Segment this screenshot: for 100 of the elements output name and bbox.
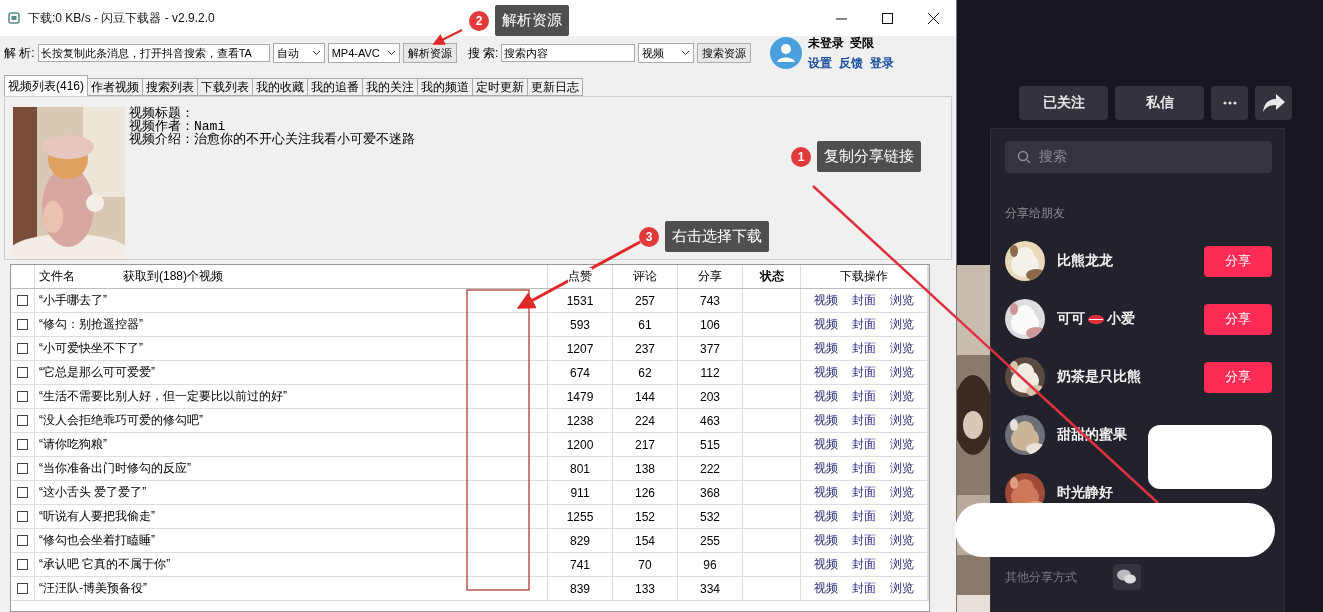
row-checkbox[interactable] (17, 559, 28, 570)
tab[interactable]: 搜索列表 (142, 78, 198, 96)
action-link[interactable]: 浏览 (890, 508, 914, 525)
table-cell: “小手哪去了” (39, 292, 107, 309)
share-search-field[interactable]: 搜索 (1005, 141, 1272, 173)
app-icon (8, 12, 20, 24)
action-link[interactable]: 封面 (852, 508, 876, 525)
more-button[interactable] (1211, 86, 1248, 120)
table-cell: “生活不需要比别人好，但一定要比以前过的好” (39, 388, 287, 405)
tab[interactable]: 我的关注 (362, 78, 418, 96)
search-button[interactable]: 搜索资源 (697, 43, 752, 63)
column-header: 文件名 (39, 268, 75, 285)
table-cell: 1238 (566, 413, 594, 428)
tab[interactable]: 我的追番 (307, 78, 363, 96)
row-checkbox[interactable] (17, 439, 28, 450)
row-checkbox[interactable] (17, 343, 28, 354)
chat-bubbles-icon[interactable] (1113, 564, 1141, 590)
row-checkbox[interactable] (17, 535, 28, 546)
action-link[interactable]: 浏览 (890, 292, 914, 309)
action-link[interactable]: 视频 (814, 412, 838, 429)
account-link[interactable]: 登录 (870, 54, 895, 72)
video-info-line: 视频介绍：治愈你的不开心关注我看小可爱不迷路 (129, 133, 415, 146)
row-checkbox[interactable] (17, 463, 28, 474)
action-link[interactable]: 浏览 (890, 316, 914, 333)
search-field[interactable]: 搜索内容 (501, 44, 636, 62)
tab[interactable]: 我的收藏 (252, 78, 308, 96)
table-cell: “承认吧 它真的不属于你” (39, 556, 171, 573)
action-link[interactable]: 视频 (814, 460, 838, 477)
action-link[interactable]: 视频 (814, 580, 838, 597)
action-link[interactable]: 视频 (814, 436, 838, 453)
quality-dropdown[interactable]: 自动 (272, 43, 325, 63)
share-button[interactable]: 分享 (1204, 303, 1272, 335)
action-link[interactable]: 封面 (852, 412, 876, 429)
action-link[interactable]: 封面 (852, 388, 876, 405)
action-link[interactable]: 浏览 (890, 340, 914, 357)
action-link[interactable]: 浏览 (890, 460, 914, 477)
account-link[interactable]: 反馈 (839, 54, 864, 72)
action-link[interactable]: 封面 (852, 580, 876, 597)
action-link[interactable]: 视频 (814, 388, 838, 405)
action-link[interactable]: 浏览 (890, 532, 914, 549)
row-checkbox[interactable] (17, 367, 28, 378)
row-checkbox[interactable] (17, 511, 28, 522)
account-link[interactable]: 设置 (808, 54, 833, 72)
share-button[interactable]: 分享 (1204, 245, 1272, 277)
table-cell: 674 (570, 365, 590, 380)
profile-button[interactable]: 已关注 (1019, 86, 1108, 120)
action-link[interactable]: 封面 (852, 460, 876, 477)
action-link[interactable]: 视频 (814, 508, 838, 525)
row-checkbox[interactable] (17, 583, 28, 594)
tab[interactable]: 定时更新 (472, 78, 528, 96)
action-link[interactable]: 封面 (852, 484, 876, 501)
tab[interactable]: 我的频道 (417, 78, 473, 96)
action-link[interactable]: 视频 (814, 556, 838, 573)
action-link[interactable]: 封面 (852, 316, 876, 333)
table-cell: 154 (635, 533, 655, 548)
action-link[interactable]: 视频 (814, 316, 838, 333)
friend-name: 小爱 (1107, 310, 1135, 328)
action-link[interactable]: 封面 (852, 364, 876, 381)
action-link[interactable]: 封面 (852, 556, 876, 573)
tab[interactable]: 作者视频 (87, 78, 143, 96)
action-link[interactable]: 封面 (852, 436, 876, 453)
share-button[interactable]: 分享 (1204, 361, 1272, 393)
action-link[interactable]: 封面 (852, 532, 876, 549)
table-cell: 152 (635, 509, 655, 524)
row-checkbox[interactable] (17, 319, 28, 330)
action-link[interactable]: 浏览 (890, 556, 914, 573)
table-cell: 224 (635, 413, 655, 428)
column-header: 下载操作 (840, 268, 888, 285)
row-checkbox[interactable] (17, 487, 28, 498)
action-link[interactable]: 封面 (852, 340, 876, 357)
parse-button[interactable]: 解析资源 (402, 43, 457, 63)
search-type-dropdown[interactable]: 视频 (638, 43, 695, 63)
action-link[interactable]: 浏览 (890, 364, 914, 381)
row-checkbox[interactable] (17, 415, 28, 426)
action-link[interactable]: 视频 (814, 532, 838, 549)
row-checkbox[interactable] (17, 391, 28, 402)
table-cell: “请你吃狗粮” (39, 436, 107, 453)
action-link[interactable]: 视频 (814, 292, 838, 309)
friend-name: 比熊龙龙 (1057, 252, 1113, 270)
action-link[interactable]: 浏览 (890, 580, 914, 597)
table-cell: 203 (700, 389, 720, 404)
action-link[interactable]: 封面 (852, 292, 876, 309)
action-link[interactable]: 视频 (814, 340, 838, 357)
table-cell: 515 (700, 437, 720, 452)
row-checkbox[interactable] (17, 295, 28, 306)
tab[interactable]: 视频列表(416) (4, 75, 88, 96)
tab[interactable]: 更新日志 (527, 78, 583, 96)
action-link[interactable]: 视频 (814, 364, 838, 381)
parse-field[interactable]: 长按复制此条消息，打开抖音搜索，查看TA (37, 44, 270, 62)
action-link[interactable]: 浏览 (890, 412, 914, 429)
action-link[interactable]: 浏览 (890, 436, 914, 453)
limit-status: 受限 (850, 34, 875, 52)
action-link[interactable]: 视频 (814, 484, 838, 501)
action-link[interactable]: 浏览 (890, 484, 914, 501)
tab[interactable]: 下载列表 (197, 78, 253, 96)
action-link[interactable]: 浏览 (890, 388, 914, 405)
share-arrow-button[interactable] (1255, 86, 1292, 120)
profile-button[interactable]: 私信 (1115, 86, 1204, 120)
lips-icon (1088, 314, 1104, 324)
codec-dropdown[interactable]: MP4-AVC (327, 43, 400, 63)
